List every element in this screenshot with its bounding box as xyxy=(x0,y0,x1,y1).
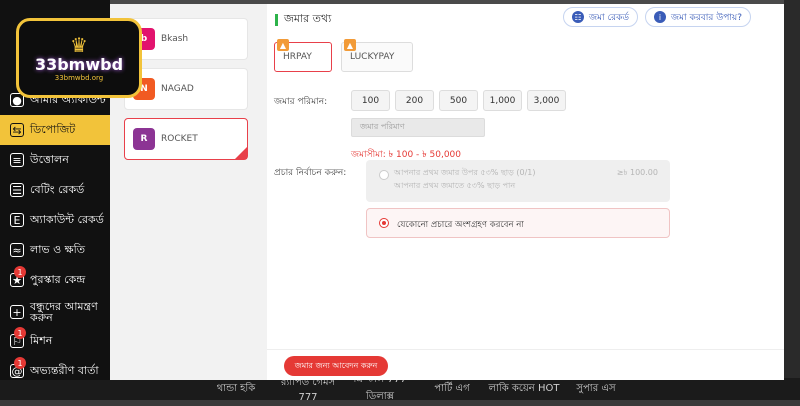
promo-description: আপনার প্রথম জমাতে ৫৩% ছাড় পান xyxy=(394,180,515,193)
sidebar-item-profit-loss[interactable]: ≈ লাভ ও ক্ষতি xyxy=(0,235,110,265)
sidebar-item-deposit[interactable]: ⇆ ডিপোজিট xyxy=(0,115,110,145)
withdraw-icon: ≡ xyxy=(10,153,24,167)
sidebar-item-invite-friends[interactable]: + বন্ধুদের আমন্ত্রণ করুন xyxy=(0,297,110,327)
account-record-icon: E xyxy=(10,213,24,227)
divider xyxy=(267,349,784,350)
promo-radio[interactable] xyxy=(379,170,389,180)
channel-hrpay[interactable]: ▲ HRPAY xyxy=(274,42,332,72)
betting-record-icon: ☰ xyxy=(10,183,24,197)
channel-luckypay[interactable]: ▲ LUCKYPAY xyxy=(341,42,413,72)
payment-method-label: ROCKET xyxy=(161,134,198,144)
title-marker xyxy=(275,14,278,26)
channel-label: LUCKYPAY xyxy=(350,52,394,62)
notification-badge: 1 xyxy=(14,266,26,278)
channel-label: HRPAY xyxy=(283,52,312,62)
promo-label: প্রচার নির্বাচন করুন: xyxy=(274,165,346,180)
amount-preset-button[interactable]: 200 xyxy=(395,90,434,111)
invite-icon: + xyxy=(10,305,24,319)
bottom-game-nav: থান্ডা হকি র‍্যাপিড গেমস 777 ক্রিস্টাল 7… xyxy=(0,378,800,400)
amount-preset-button[interactable]: 3,000 xyxy=(527,90,566,111)
sidebar-item-label: উত্তোলন xyxy=(30,151,69,170)
sidebar-item-withdraw[interactable]: ≡ উত্তোলন xyxy=(0,145,110,175)
payment-method-nagad[interactable]: N NAGAD xyxy=(124,68,248,110)
logo-brand: 33bmwbd xyxy=(35,55,123,74)
info-icon: i xyxy=(654,11,666,23)
payment-method-label: Bkash xyxy=(161,34,188,44)
how-to-deposit-label: জমা করবার উপায়? xyxy=(671,10,742,25)
section-title: জমার তথ্য xyxy=(275,10,331,29)
rocket-logo-icon: R xyxy=(133,128,155,150)
amount-label: জমার পরিমান: xyxy=(274,94,327,109)
payment-method-label: NAGAD xyxy=(161,84,194,94)
promo-option-first-deposit[interactable]: আপনার প্রথম জমার উপর ৫৩% ছাড় (0/1) আপনা… xyxy=(366,160,670,202)
record-icon: ☷ xyxy=(572,11,584,23)
deposit-panel: b Bkash N NAGAD R ROCKET জমার তথ্য ☷ জমা… xyxy=(110,4,784,380)
sidebar-item-label: ডিপোজিট xyxy=(30,121,75,140)
sidebar-item-messages[interactable]: @ 1 অভ্যন্তরীণ বার্তা xyxy=(0,356,110,386)
promo-radio-selected[interactable] xyxy=(379,218,389,228)
deposit-record-button[interactable]: ☷ জমা রেকর্ড xyxy=(563,7,638,27)
sidebar-item-label: বেটিং রেকর্ড xyxy=(30,181,84,200)
crown-icon: ♛ xyxy=(70,35,88,55)
submit-deposit-button[interactable]: জমার জন্য আবেদন করুন xyxy=(284,356,388,376)
selected-check-icon xyxy=(235,147,247,159)
sidebar-item-label: পুরস্কার কেন্দ্র xyxy=(30,271,85,290)
amount-preset-button[interactable]: 500 xyxy=(439,90,478,111)
deposit-icon: ⇆ xyxy=(10,123,24,137)
payment-method-rocket[interactable]: R ROCKET xyxy=(124,118,248,160)
deposit-record-label: জমা রেকর্ড xyxy=(589,10,629,25)
amount-preset-button[interactable]: 1,000 xyxy=(483,90,522,111)
hot-flag-icon: ▲ xyxy=(277,39,289,51)
notification-badge: 1 xyxy=(14,357,26,369)
promo-none-label: যেকোনো প্রচারে অংশগ্রহণ করবেন না xyxy=(397,218,524,232)
profit-loss-icon: ≈ xyxy=(10,243,24,257)
bottom-nav-item[interactable]: লাকি কয়েন HOT xyxy=(488,381,560,398)
sidebar-item-label: অভ্যন্তরীণ বার্তা xyxy=(30,362,99,381)
sidebar-item-reward-center[interactable]: ★ 1 পুরস্কার কেন্দ্র xyxy=(0,265,110,295)
sidebar-item-account-record[interactable]: E অ্যাকাউন্ট রেকর্ড xyxy=(0,205,110,235)
promo-title: আপনার প্রথম জমার উপর ৫৩% ছাড় (0/1) xyxy=(394,167,535,180)
sidebar-item-betting-record[interactable]: ☰ বেটিং রেকর্ড xyxy=(0,175,110,205)
logo-domain: 33bmwbd.org xyxy=(55,74,104,82)
promo-min-amount: ≥৳ 100.00 xyxy=(617,167,658,180)
sidebar-item-label: লাভ ও ক্ষতি xyxy=(30,241,85,260)
sidebar-item-label: বন্ধুদের আমন্ত্রণ করুন xyxy=(30,301,110,323)
site-logo[interactable]: ♛ 33bmwbd 33bmwbd.org xyxy=(16,18,142,98)
deposit-form: জমার তথ্য ☷ জমা রেকর্ড i জমা করবার উপায়… xyxy=(267,4,784,380)
sidebar-item-label: অ্যাকাউন্ট রেকর্ড xyxy=(30,211,104,230)
hot-flag-icon: ▲ xyxy=(344,39,356,51)
sidebar-item-mission[interactable]: ⚐ 1 মিশন xyxy=(0,326,110,356)
background-decoration xyxy=(784,0,800,400)
payment-method-bkash[interactable]: b Bkash xyxy=(124,18,248,60)
bottom-nav-item[interactable]: পার্টি এগ xyxy=(416,381,488,398)
amount-preset-button[interactable]: 100 xyxy=(351,90,390,111)
amount-input[interactable]: জমার পরিমাণ xyxy=(351,118,485,137)
how-to-deposit-button[interactable]: i জমা করবার উপায়? xyxy=(645,7,751,27)
promo-option-none[interactable]: যেকোনো প্রচারে অংশগ্রহণ করবেন না xyxy=(366,208,670,238)
page-title: জমার তথ্য xyxy=(284,10,331,29)
notification-badge: 1 xyxy=(14,327,26,339)
bottom-nav-item[interactable]: থান্ডা হকি xyxy=(200,381,272,398)
sidebar-item-label: মিশন xyxy=(30,332,52,351)
bottom-nav-item[interactable]: সুপার এস xyxy=(560,381,632,398)
